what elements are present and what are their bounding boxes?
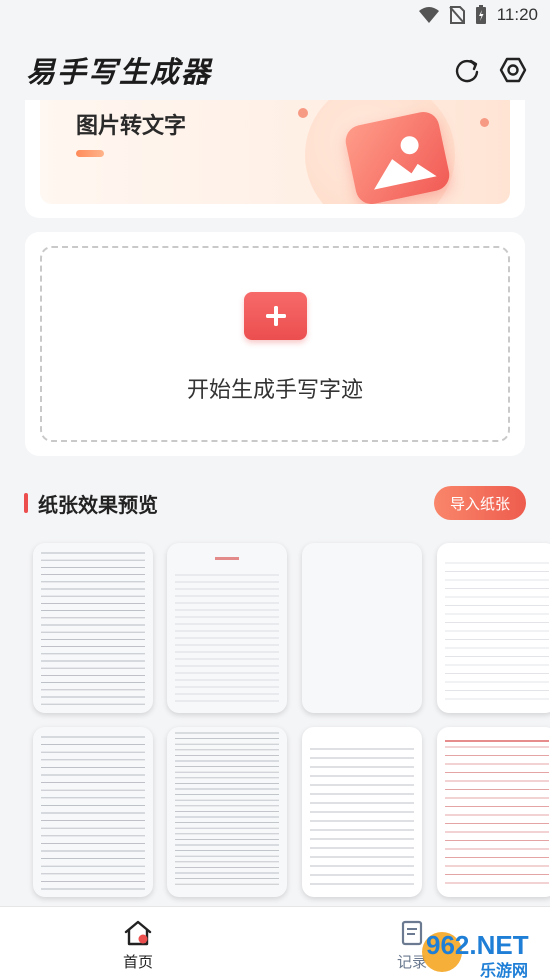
banner-dot: [480, 118, 489, 127]
banner-underline: [76, 150, 104, 157]
paper-thumbnail-red-header-ruled[interactable]: [167, 543, 287, 713]
banner-dot: [298, 108, 308, 118]
papers-section-header: 纸张效果预览 导入纸张: [24, 485, 526, 521]
start-generate-area[interactable]: 开始生成手写字迹: [40, 246, 510, 442]
settings-button[interactable]: [498, 55, 528, 85]
start-generate-label: 开始生成手写字迹: [186, 378, 363, 403]
header-actions: [452, 55, 528, 85]
app-title: 易手写生成器: [26, 55, 213, 89]
history-icon: [455, 59, 479, 83]
paper-thumbnail-dense-ruled[interactable]: [167, 727, 287, 897]
no-sim-icon: [448, 6, 465, 24]
paper-thumbnail-faint-ruled[interactable]: [437, 543, 550, 713]
status-time: 11:20: [496, 5, 538, 24]
battery-icon: [475, 5, 486, 24]
settings-icon: [499, 57, 527, 83]
watermark-subtext: 乐游网: [480, 961, 528, 979]
wifi-icon: [418, 7, 439, 23]
paper-thumbnail-blank[interactable]: [302, 543, 422, 713]
banner-title: 图片转文字: [76, 114, 187, 139]
paper-thumbnail-ruled-gray-2[interactable]: [33, 727, 153, 897]
paper-header-mark: [215, 557, 239, 560]
home-icon: [124, 920, 152, 946]
add-button[interactable]: [244, 292, 307, 340]
paper-thumbnail-white-ruled[interactable]: [302, 727, 422, 897]
plus-icon: [265, 306, 286, 326]
history-button[interactable]: [452, 55, 482, 85]
status-bar: 11:20: [0, 0, 550, 30]
section-accent-bar: [24, 493, 28, 513]
import-paper-button[interactable]: 导入纸张: [433, 486, 526, 520]
section-title-wrap: 纸张效果预览: [24, 489, 158, 518]
paper-thumbnail-red-ruled[interactable]: [437, 727, 550, 897]
nav-label-home: 首页: [122, 953, 153, 971]
watermark-text: 962.NET: [426, 930, 529, 960]
app-header: 易手写生成器: [0, 42, 550, 98]
image-to-text-banner[interactable]: 图片转文字: [40, 100, 510, 204]
paper-thumbnail-ruled-gray[interactable]: [33, 543, 153, 713]
section-title: 纸张效果预览: [38, 492, 158, 517]
nav-item-home[interactable]: 首页: [98, 919, 178, 972]
start-generate-card[interactable]: 开始生成手写字迹: [25, 232, 525, 456]
image-to-text-card[interactable]: 图片转文字: [25, 100, 525, 218]
watermark-logo: 962.NET 乐游网: [418, 924, 548, 979]
